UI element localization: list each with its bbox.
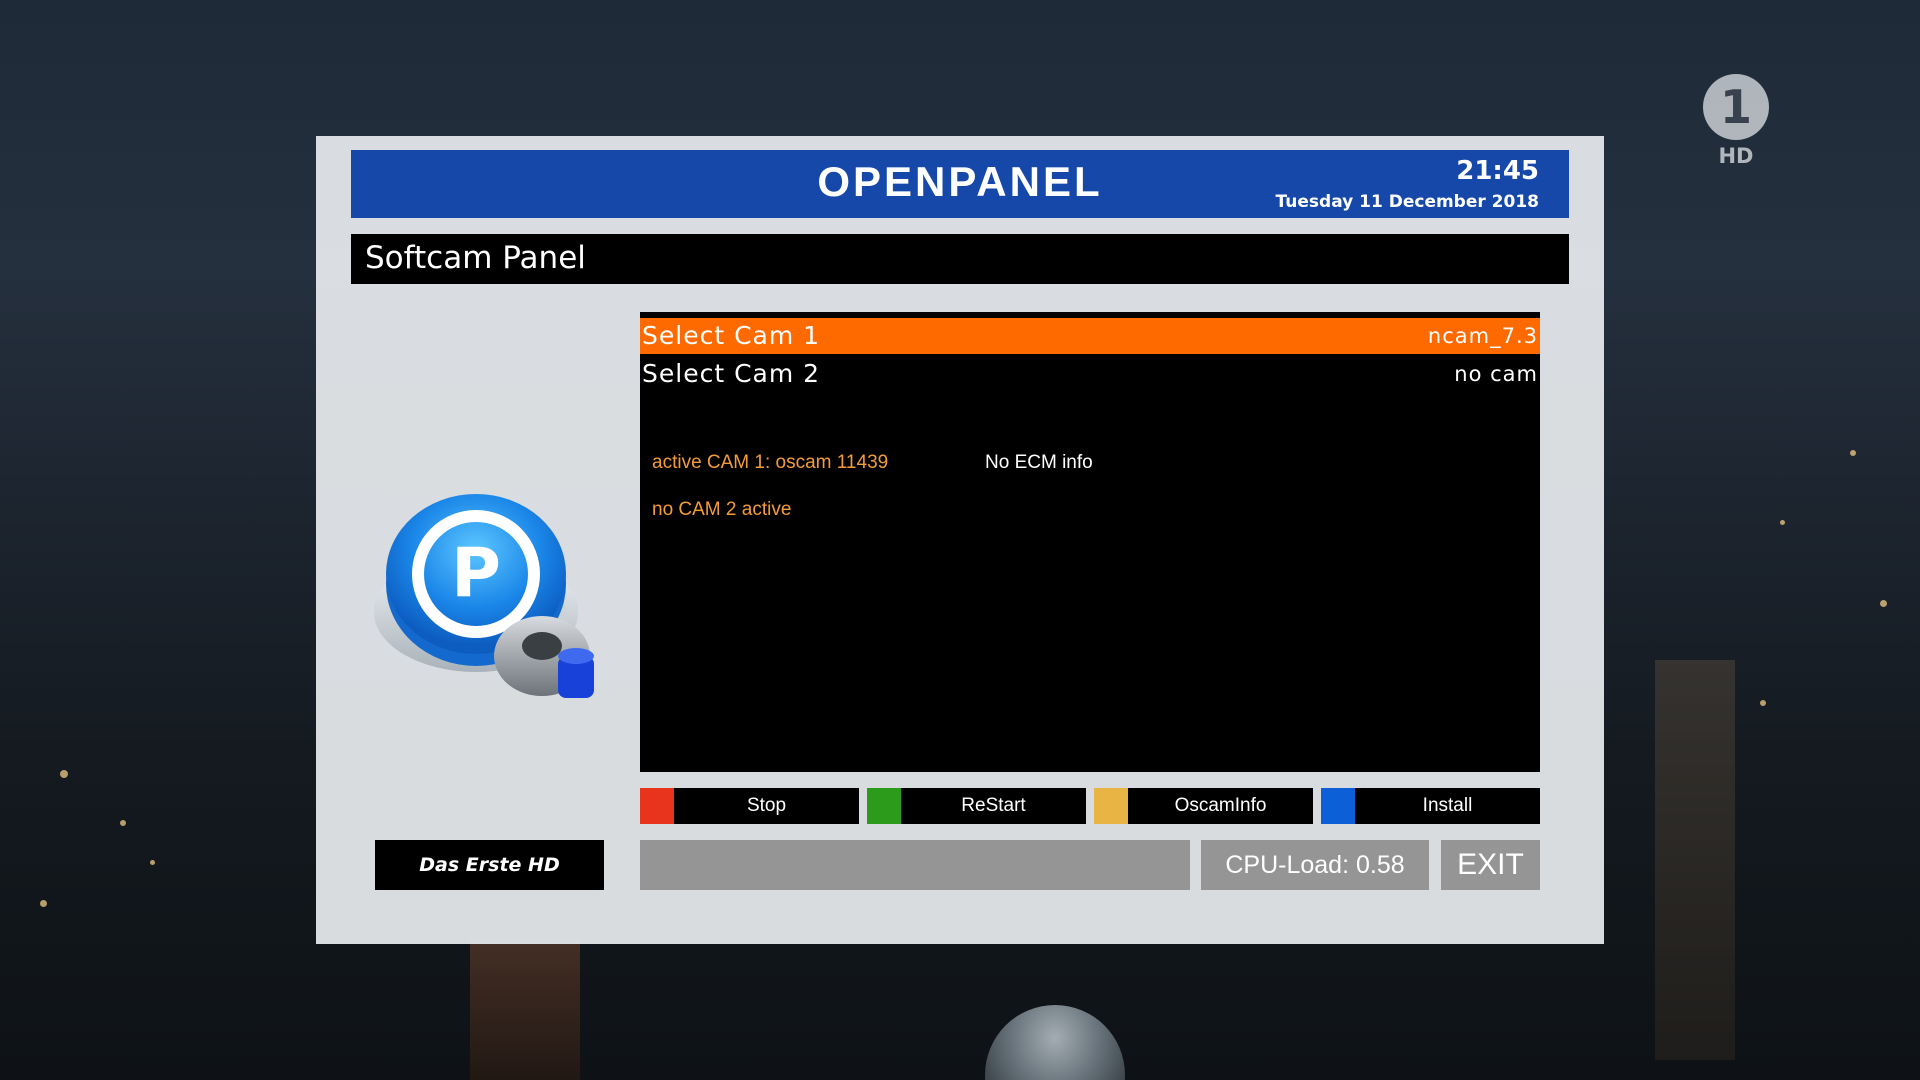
green-key-indicator xyxy=(867,788,901,824)
openpanel-logo-icon: P xyxy=(374,466,614,706)
cam-row-label: Select Cam 2 xyxy=(642,359,821,388)
clock-time: 21:45 xyxy=(1456,156,1539,186)
background-dome xyxy=(985,1005,1125,1080)
exit-button[interactable]: EXIT xyxy=(1441,840,1540,890)
city-light xyxy=(1780,520,1785,525)
status-bar xyxy=(640,840,1190,890)
yellow-key-indicator xyxy=(1094,788,1128,824)
cam-row-label: Select Cam 1 xyxy=(642,321,821,350)
ecm-info: No ECM info xyxy=(985,452,1093,473)
oscaminfo-button[interactable]: OscamInfo xyxy=(1128,788,1313,824)
openpanel-window: OPENPANEL 21:45 Tuesday 11 December 2018… xyxy=(316,136,1604,944)
cam-list: Select Cam 1 ncam_7.3 Select Cam 2 no ca… xyxy=(640,312,1540,772)
cam-row-value: no cam xyxy=(1454,362,1538,386)
cam2-info: no CAM 2 active xyxy=(652,499,792,520)
clock-date: Tuesday 11 December 2018 xyxy=(1275,192,1539,212)
svg-text:P: P xyxy=(451,534,501,613)
background-church xyxy=(470,940,580,1080)
cam-row-1[interactable]: Select Cam 1 ncam_7.3 xyxy=(640,318,1540,354)
blue-key-indicator xyxy=(1321,788,1355,824)
background-tower xyxy=(1655,660,1735,1060)
city-light xyxy=(60,770,68,778)
header-bar: OPENPANEL 21:45 Tuesday 11 December 2018 xyxy=(351,150,1569,218)
cam-row-2[interactable]: Select Cam 2 no cam xyxy=(640,356,1540,392)
city-light xyxy=(150,860,155,865)
channel-logo-hd: HD xyxy=(1718,144,1754,168)
city-light xyxy=(120,820,126,826)
subtitle-bar: Softcam Panel xyxy=(351,234,1569,284)
stop-button[interactable]: Stop xyxy=(674,788,859,824)
city-light xyxy=(1760,700,1766,706)
restart-button[interactable]: ReStart xyxy=(901,788,1086,824)
channel-logo-disc: 1 xyxy=(1703,74,1769,140)
city-light xyxy=(40,900,47,907)
city-light xyxy=(1850,450,1856,456)
active-cam1-info: active CAM 1: oscam 11439 xyxy=(652,452,889,473)
cam-row-value: ncam_7.3 xyxy=(1427,324,1538,348)
channel-logo: 1 HD xyxy=(1700,74,1772,184)
cpu-load: CPU-Load: 0.58 xyxy=(1201,840,1429,890)
page-title: Softcam Panel xyxy=(365,240,586,276)
channel-logo-symbol: 1 xyxy=(1719,80,1752,134)
install-button[interactable]: Install xyxy=(1355,788,1540,824)
red-key-indicator xyxy=(640,788,674,824)
channel-name: Das Erste HD xyxy=(375,840,604,890)
city-light xyxy=(1880,600,1887,607)
